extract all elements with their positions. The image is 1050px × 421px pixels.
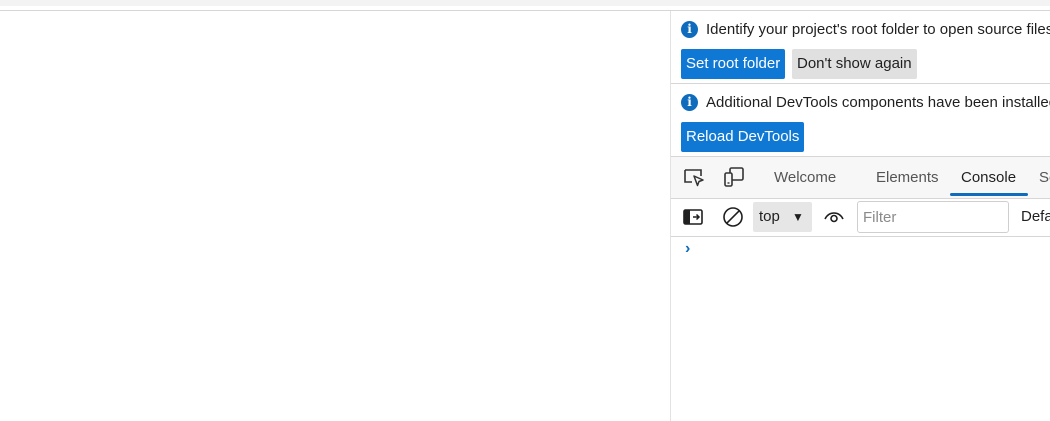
infobar-root-folder: i Identify your project's root folder to…	[671, 11, 1050, 84]
device-emulation-icon[interactable]	[722, 165, 746, 189]
filter-input[interactable]	[857, 201, 1009, 233]
tab-elements[interactable]: Elements	[876, 157, 939, 198]
sidebar-toggle-icon[interactable]	[681, 205, 705, 229]
live-expression-eye-icon[interactable]	[822, 205, 846, 229]
infobar-components-installed: i Additional DevTools components have be…	[671, 84, 1050, 156]
info-icon: i	[681, 93, 698, 111]
log-levels-dropdown[interactable]: Default levels	[1021, 208, 1050, 225]
console-toolbar: top ▼ Default levels	[671, 198, 1050, 237]
devtools-tabbar: Welcome Elements Console Sources	[671, 156, 1050, 199]
console-prompt[interactable]: ›	[685, 240, 690, 258]
active-tab-indicator	[950, 193, 1028, 196]
set-root-folder-button[interactable]: Set root folder	[681, 49, 786, 79]
tab-welcome[interactable]: Welcome	[774, 157, 836, 198]
caret-down-icon: ▼	[792, 210, 804, 224]
clear-console-icon[interactable]	[721, 205, 745, 229]
context-selector[interactable]: top ▼	[753, 202, 812, 232]
tab-console[interactable]: Console	[961, 157, 1016, 198]
infobar-message-row: i Additional DevTools components have be…	[681, 93, 1050, 111]
devtools-panel: i Identify your project's root folder to…	[671, 11, 1050, 421]
infobar-message: Additional DevTools components have been…	[706, 93, 1050, 111]
browser-top-strip	[0, 0, 1050, 6]
infobar-message-row: i Identify your project's root folder to…	[681, 20, 1050, 38]
context-selector-value: top	[759, 208, 780, 225]
dont-show-again-button[interactable]: Don't show again	[792, 49, 917, 79]
inspect-element-icon[interactable]	[682, 165, 706, 189]
info-icon: i	[681, 20, 698, 38]
infobar-message: Identify your project's root folder to o…	[706, 20, 1050, 38]
tab-sources[interactable]: Sources	[1039, 157, 1050, 198]
reload-devtools-button[interactable]: Reload DevTools	[681, 122, 805, 152]
